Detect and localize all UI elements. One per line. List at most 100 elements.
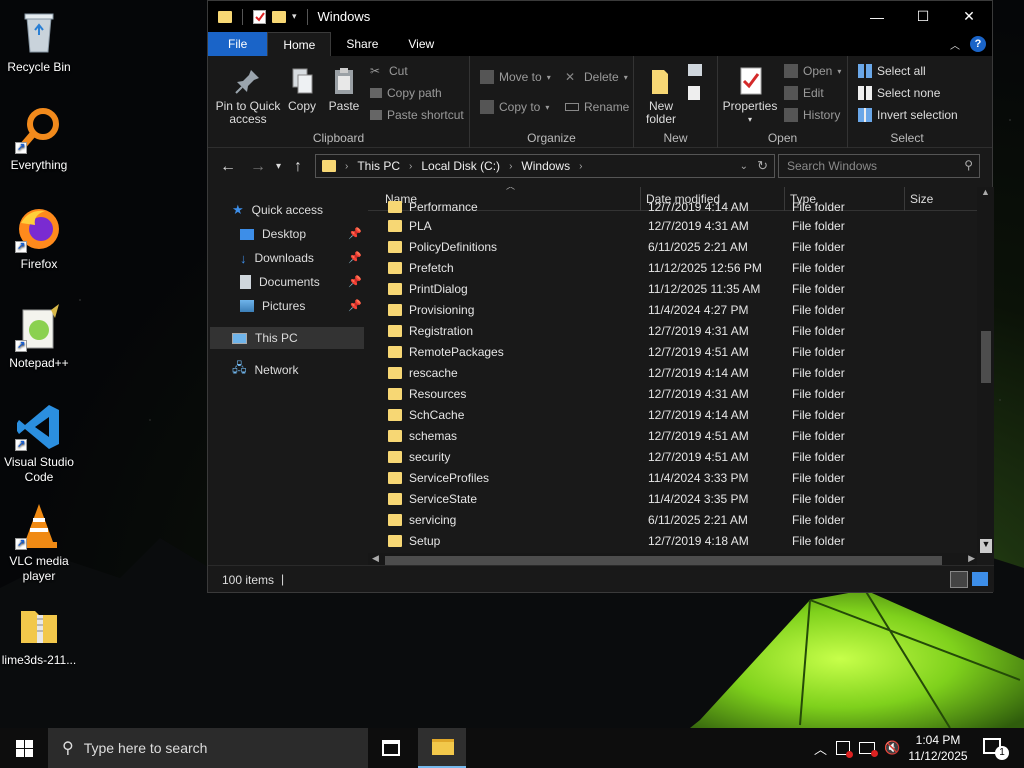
refresh-icon[interactable]: ↻ (757, 158, 768, 174)
search-input[interactable]: Search Windows ⚲ (778, 154, 980, 178)
nav-documents[interactable]: Documents 📌 (240, 271, 362, 293)
table-row[interactable]: security 12/7/2019 4:51 AM File folder (368, 447, 973, 468)
tab-share[interactable]: Share (331, 32, 393, 56)
collapse-ribbon-chevron-icon[interactable]: ︿ (950, 37, 960, 52)
task-view-icon[interactable] (382, 740, 400, 756)
table-row[interactable]: rescache 12/7/2019 4:14 AM File folder (368, 363, 973, 384)
start-button[interactable] (0, 728, 48, 768)
invert-selection-button[interactable]: Invert selection (858, 108, 958, 122)
recent-locations-chevron-icon[interactable]: ▾ (276, 161, 281, 172)
table-row[interactable]: PLA 12/7/2019 4:31 AM File folder (368, 216, 973, 237)
pin-to-quick-access-button[interactable]: Pin to Quick access (212, 62, 284, 126)
table-row[interactable]: servicing 6/11/2025 2:21 AM File folder (368, 510, 973, 531)
paste-shortcut-button[interactable]: Paste shortcut (370, 108, 464, 122)
desktop-icon-vscode[interactable]: Visual Studio Code (0, 403, 78, 485)
table-row[interactable]: ServiceState 11/4/2024 3:35 PM File folder (368, 489, 973, 510)
table-row[interactable]: RemotePackages 12/7/2019 4:51 AM File fold… (368, 342, 973, 363)
taskbar-search-box[interactable]: ⚲ Type here to search (48, 728, 368, 768)
up-arrow-icon[interactable]: ↑ (294, 158, 302, 176)
delete-button[interactable]: ✕ Delete ▾ (565, 70, 628, 84)
breadcrumb-windows[interactable]: Windows (521, 159, 570, 173)
desktop-icon-firefox[interactable]: Firefox (0, 205, 78, 272)
properties-check-icon[interactable] (253, 9, 266, 24)
new-folder-icon[interactable] (272, 10, 286, 23)
move-to-button[interactable]: Move to ▾ (480, 70, 551, 84)
nav-downloads[interactable]: ↓ Downloads 📌 (240, 247, 362, 269)
back-arrow-icon[interactable]: ← (220, 158, 236, 176)
table-row[interactable]: schemas 12/7/2019 4:51 AM File folder (368, 426, 973, 447)
nav-pictures[interactable]: Pictures 📌 (240, 295, 362, 317)
table-row[interactable]: Resources 12/7/2019 4:31 AM File folder (368, 384, 973, 405)
close-button[interactable]: ✕ (946, 1, 992, 32)
maximize-button[interactable]: ☐ (900, 1, 946, 32)
table-row[interactable]: Setup 12/7/2019 4:18 AM File folder (368, 531, 973, 552)
new-folder-button[interactable]: New folder (638, 62, 684, 126)
open-button[interactable]: Open ▾ (784, 64, 841, 78)
paste-button[interactable]: Paste (326, 62, 362, 113)
scroll-up-icon[interactable]: ▲ (981, 187, 990, 197)
copy-path-button[interactable]: Copy path (370, 86, 442, 100)
table-row[interactable]: PrintDialog 11/12/2025 11:35 AM File folde… (368, 279, 973, 300)
properties-button[interactable]: Properties ▾ (722, 62, 778, 126)
title-bar[interactable]: ▾ Windows — ☐ ✕ (208, 1, 992, 32)
scroll-right-icon[interactable]: ▶ (968, 553, 975, 564)
vertical-scroll-thumb[interactable] (981, 331, 991, 383)
desktop-icon-everything[interactable]: Everything (0, 106, 78, 173)
desktop-icon-recycle-bin[interactable]: Recycle Bin (0, 8, 78, 75)
show-hidden-icons-chevron-icon[interactable]: ︿ (814, 739, 827, 758)
group-label-open: Open (767, 131, 798, 145)
security-alert-icon[interactable] (836, 741, 854, 758)
table-row[interactable]: Prefetch 11/12/2025 12:56 PM File folder (368, 258, 973, 279)
pin-icon[interactable]: 📌 (348, 275, 362, 288)
minimize-button[interactable]: — (854, 1, 900, 32)
tab-view[interactable]: View (393, 32, 449, 56)
edit-button[interactable]: Edit (784, 86, 824, 100)
volume-muted-icon[interactable]: 🔇 (884, 740, 900, 756)
vertical-scrollbar[interactable]: ▲ ▼ (977, 187, 994, 553)
nav-this-pc[interactable]: This PC (210, 327, 364, 349)
address-box[interactable]: › This PC › Local Disk (C:) › Windows › … (315, 154, 775, 178)
large-icons-view-icon[interactable] (972, 572, 988, 586)
desktop-icon-lime3ds[interactable]: lime3ds-211... (0, 601, 78, 668)
help-icon[interactable]: ? (970, 36, 986, 52)
table-row-partial[interactable]: Performance 12/7/2019 4:14 AM File folder (368, 197, 973, 218)
tab-file[interactable]: File (208, 32, 268, 56)
taskbar-file-explorer-button[interactable] (418, 728, 466, 768)
network-disconnected-icon[interactable] (859, 742, 879, 757)
scroll-down-icon[interactable]: ▼ (980, 539, 992, 553)
table-row[interactable]: ServiceProfiles 11/4/2024 3:33 PM File fol… (368, 468, 973, 489)
table-row[interactable]: SchCache 12/7/2019 4:14 AM File folder (368, 405, 973, 426)
action-center-icon[interactable]: 1 (983, 738, 1009, 760)
pin-icon[interactable]: 📌 (348, 227, 362, 240)
address-dropdown-chevron-icon[interactable]: ⌄ (740, 161, 748, 172)
breadcrumb-this-pc[interactable]: This PC (357, 159, 400, 173)
copy-button[interactable]: Copy (284, 62, 320, 113)
details-view-icon[interactable] (950, 571, 968, 588)
breadcrumb-local-disk[interactable]: Local Disk (C:) (421, 159, 500, 173)
customize-toolbar-chevron-icon[interactable]: ▾ (292, 11, 297, 22)
horizontal-scroll-thumb[interactable] (385, 556, 942, 565)
pin-icon[interactable]: 📌 (348, 251, 362, 264)
new-item-icon[interactable] (688, 64, 702, 76)
desktop-icon-vlc[interactable]: VLC media player (0, 502, 78, 584)
history-button[interactable]: History (784, 108, 840, 122)
easy-access-icon[interactable] (688, 86, 700, 100)
table-row[interactable]: Provisioning 11/4/2024 4:27 PM File folder (368, 300, 973, 321)
copy-to-button[interactable]: Copy to ▾ (480, 100, 549, 114)
scroll-left-icon[interactable]: ◀ (372, 553, 379, 564)
folder-icon (388, 241, 402, 253)
forward-arrow-icon[interactable]: → (250, 158, 266, 176)
table-row[interactable]: PolicyDefinitions 6/11/2025 2:21 AM File f… (368, 237, 973, 258)
tab-home[interactable]: Home (267, 32, 332, 56)
nav-quick-access[interactable]: ★ Quick access (232, 199, 362, 221)
desktop-icon-notepadpp[interactable]: Notepad++ (0, 304, 78, 371)
nav-desktop[interactable]: Desktop 📌 (240, 223, 362, 245)
pin-icon[interactable]: 📌 (348, 299, 362, 312)
rename-button[interactable]: Rename (565, 100, 629, 114)
table-row[interactable]: Registration 12/7/2019 4:31 AM File folder (368, 321, 973, 342)
select-all-button[interactable]: Select all (858, 64, 926, 78)
select-none-button[interactable]: Select none (858, 86, 940, 100)
clock[interactable]: 1:04 PM 11/12/2025 (900, 728, 976, 768)
cut-button[interactable]: ✂ Cut (370, 64, 408, 78)
nav-network[interactable]: 🖧 Network (232, 359, 362, 381)
